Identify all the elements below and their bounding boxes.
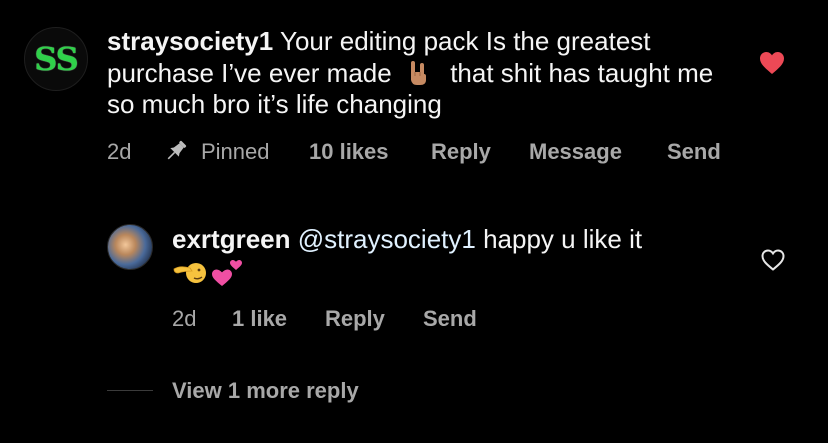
reply-mention[interactable]: @straysociety1 bbox=[298, 224, 476, 254]
reply-timestamp: 2d bbox=[172, 306, 197, 331]
reply-emojis bbox=[173, 260, 242, 286]
pinned-label: Pinned bbox=[201, 139, 270, 164]
avatar-initials: SS bbox=[34, 40, 79, 78]
comment-reply-button[interactable]: Reply bbox=[431, 139, 491, 165]
reply-body: exrtgreen @straysociety1 happy u like it bbox=[172, 222, 732, 256]
comment-username[interactable]: straysociety1 bbox=[107, 26, 273, 56]
view-more-replies-button[interactable]: View 1 more reply bbox=[172, 378, 359, 404]
reply-text: happy u like it bbox=[483, 224, 643, 254]
heart-filled-icon[interactable] bbox=[759, 51, 785, 75]
pin-icon bbox=[167, 140, 187, 160]
reply-send-button[interactable]: Send bbox=[423, 306, 477, 332]
comment-send-button[interactable]: Send bbox=[667, 139, 721, 165]
heart-outline-icon[interactable] bbox=[761, 249, 785, 271]
pointing-hand-emoji bbox=[173, 263, 206, 283]
comment-timestamp: 2d bbox=[107, 139, 132, 164]
sign-of-the-horns-emoji bbox=[410, 60, 426, 85]
two-hearts-emoji bbox=[212, 260, 242, 286]
reply-username[interactable]: exrtgreen bbox=[172, 224, 291, 254]
thread-divider bbox=[107, 390, 153, 391]
replier-avatar[interactable] bbox=[107, 224, 153, 270]
reply-reply-button[interactable]: Reply bbox=[325, 306, 385, 332]
comment-likes-count[interactable]: 10 likes bbox=[309, 139, 389, 165]
comment-message-button[interactable]: Message bbox=[529, 139, 622, 165]
reply-likes-count[interactable]: 1 like bbox=[232, 306, 287, 332]
commenter-avatar[interactable]: SS bbox=[24, 27, 88, 91]
comment-body: straysociety1 Your editing pack Is the g… bbox=[107, 26, 747, 121]
